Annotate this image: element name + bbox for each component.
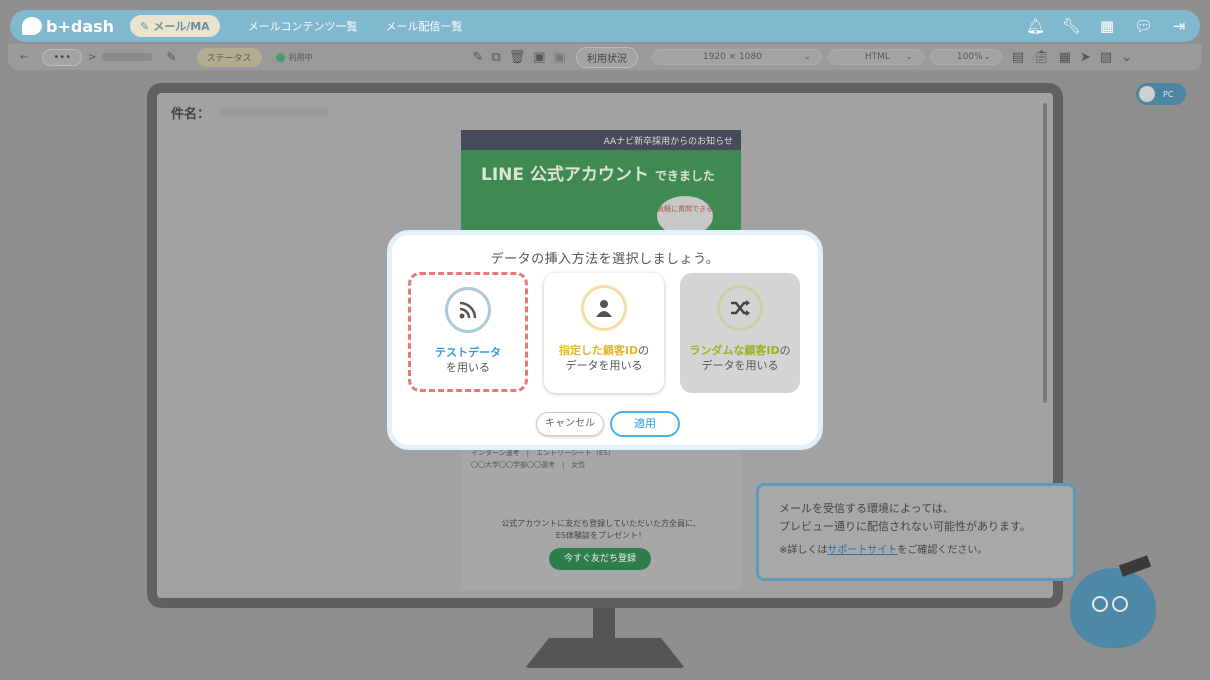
editor-toolbar: ← ••• > ✎ ステータス 利用中 ✎ ⧉ 🗑︎ ▣ ▣ 利用状況 1920… <box>8 44 1202 70</box>
notice-note-prefix: ※詳しくは <box>779 545 828 556</box>
banner-title: LINE 公式アカウント できました <box>481 160 715 185</box>
option-line2-text: を用いる <box>446 361 490 374</box>
email-banner: LINE 公式アカウント できました 気軽に質問できる <box>461 150 741 236</box>
notice-line-1: メールを受信する環境によっては、 <box>779 502 954 515</box>
subject-label: 件名： <box>171 107 211 122</box>
bell-icon[interactable]: 🔔︎ <box>1026 17 1045 35</box>
cancel-button[interactable]: キャンセル <box>536 412 604 436</box>
html-file-icon[interactable]: ▤ <box>1012 50 1024 65</box>
line-register-button[interactable]: 今すぐ友だち登録 <box>549 548 651 570</box>
mascot-eye-right <box>1112 596 1128 612</box>
logo-icon <box>22 17 42 35</box>
option-rest-text: の <box>779 344 791 357</box>
resolution-select[interactable]: 1920 × 1080 ⌄ <box>651 49 822 65</box>
email-cta-text-2: ES体験談をプレゼント！ <box>555 531 647 540</box>
grid-icon[interactable]: ▦ <box>1098 17 1116 35</box>
option-line2-text: データを用いる <box>565 359 643 372</box>
contact-card-icon[interactable]: ▦ <box>1059 50 1071 65</box>
toggle-knob <box>1139 86 1155 102</box>
resolution-value: 1920 × 1080 <box>702 52 762 62</box>
pencil-icon: ✎ <box>140 19 150 33</box>
edit-icon[interactable]: ✎ <box>473 50 484 65</box>
data-insert-dialog: データの挿入方法を選択しましょう。 テストデータ を用いる 指定した顧客IDの … <box>387 230 823 450</box>
wrench-icon[interactable]: 🔧︎ <box>1062 17 1081 35</box>
option-accent-text: テストデータ <box>435 346 501 359</box>
option-random-customer[interactable]: ランダムな顧客IDの データを用いる <box>680 273 800 393</box>
toolbar-right-icons: ▤ 📋︎ ▦ ➤ ▧ ⌄ <box>1012 50 1132 65</box>
preview-notice: メールを受信する環境によっては、 プレビュー通りに配信されない可能性があります。… <box>756 483 1076 581</box>
top-icon-group: 🔔︎ 🔧︎ ▦ 💬︎ ⇥ <box>1026 17 1188 35</box>
option-test-data[interactable]: テストデータ を用いる <box>408 272 528 392</box>
chevron-down-icon: ⌄ <box>983 52 991 62</box>
option-rest-text: の <box>638 344 650 357</box>
app-logo[interactable]: b+dash <box>22 17 122 36</box>
chevron-down-icon[interactable]: ⌄ <box>1121 50 1132 65</box>
format-select[interactable]: HTML ⌄ <box>827 49 924 65</box>
mode-badge[interactable]: ✎ メール/MA <box>130 15 220 37</box>
status-label-pill: ステータス <box>196 47 262 67</box>
format-value: HTML <box>864 52 890 62</box>
email-header: AAナビ新卒採用からのお知らせ <box>461 130 741 150</box>
email-cta-text-1: 公式アカウントに友だち登録していただいた方全員に、 <box>501 519 701 528</box>
monitor-stand-neck <box>593 608 615 640</box>
back-arrow-icon[interactable]: ← <box>20 52 28 63</box>
graduation-cap-icon <box>1118 555 1152 577</box>
subject-blurred-value <box>219 107 329 117</box>
zoom-value: 100% <box>956 52 983 62</box>
option-accent-text: 指定した顧客ID <box>558 344 639 357</box>
document-icon[interactable]: ▧ <box>1100 50 1112 65</box>
zoom-select[interactable]: 100% ⌄ <box>929 49 1002 65</box>
monitor-stand-base <box>525 638 685 668</box>
top-nav-bar: b+dash ✎ メール/MA メールコンテンツ一覧 メール配信一覧 🔔︎ 🔧︎… <box>10 10 1200 42</box>
chevron-down-icon: ⌄ <box>803 52 811 62</box>
mascot-eye-left <box>1092 596 1108 612</box>
more-button[interactable]: ••• <box>42 48 83 66</box>
copy-icon[interactable]: ⧉ <box>491 50 500 65</box>
breadcrumb-separator: > <box>88 51 97 63</box>
chat-icon[interactable]: 💬︎ <box>1134 17 1153 35</box>
option-test-data-label: テストデータ を用いる <box>411 345 525 375</box>
notice-line-2: プレビュー通りに配信されない可能性があります。 <box>779 520 1031 533</box>
edit-pencil-icon[interactable]: ✎ <box>166 50 176 64</box>
chevron-down-icon: ⌄ <box>905 52 913 62</box>
trash-icon[interactable]: 🗑︎ <box>509 50 526 65</box>
shuffle-icon <box>717 285 763 331</box>
banner-title-suffix: できました <box>654 169 715 183</box>
notice-note: ※詳しくはサポートサイトをご確認ください。 <box>779 542 1053 560</box>
send-icon[interactable]: ➤ <box>1080 50 1091 65</box>
preview-scrollbar[interactable] <box>1043 103 1047 403</box>
option-line2-text: データを用いる <box>701 359 779 372</box>
notice-note-suffix: をご確認ください。 <box>897 545 988 556</box>
nav-mail-deliveries[interactable]: メール配信一覧 <box>385 18 462 34</box>
logo-text: b+dash <box>46 16 115 36</box>
option-random-customer-label: ランダムな顧客IDの データを用いる <box>680 343 800 373</box>
rss-icon <box>445 287 491 333</box>
toolbar-icon-group: ✎ ⧉ 🗑︎ ▣ ▣ <box>473 50 566 65</box>
support-site-link[interactable]: サポートサイト <box>827 545 897 556</box>
mode-badge-label: メール/MA <box>153 20 210 33</box>
pc-toggle[interactable]: PC <box>1136 83 1186 105</box>
option-accent-text: ランダムな顧客ID <box>689 344 780 357</box>
banner-title-main: LINE 公式アカウント <box>481 165 649 185</box>
archive-icon[interactable]: ▣ <box>533 50 545 65</box>
option-specified-customer[interactable]: 指定した顧客IDの データを用いる <box>544 273 664 393</box>
person-icon <box>581 285 627 331</box>
dialog-title: データの挿入方法を選択しましょう。 <box>490 252 720 267</box>
status-value: 利用中 <box>288 52 313 62</box>
clipboard-icon[interactable]: 📋︎ <box>1033 50 1050 65</box>
mascot-icon <box>1070 555 1156 648</box>
check-circle-icon <box>275 52 285 62</box>
pc-toggle-label: PC <box>1163 89 1174 99</box>
breadcrumb-blurred-title <box>102 53 153 61</box>
email-info-line-2: 〇〇大学〇〇学部〇〇選考 | 女性 <box>471 461 586 469</box>
nav-mail-contents[interactable]: メールコンテンツ一覧 <box>248 18 358 34</box>
logout-icon[interactable]: ⇥ <box>1170 17 1188 35</box>
option-specified-customer-label: 指定した顧客IDの データを用いる <box>544 343 664 373</box>
status-active-indicator[interactable]: 利用中 <box>275 52 313 63</box>
disabled-icon: ▣ <box>553 49 566 65</box>
usage-status-button[interactable]: 利用状況 <box>575 46 638 68</box>
apply-button[interactable]: 適用 <box>610 411 680 437</box>
